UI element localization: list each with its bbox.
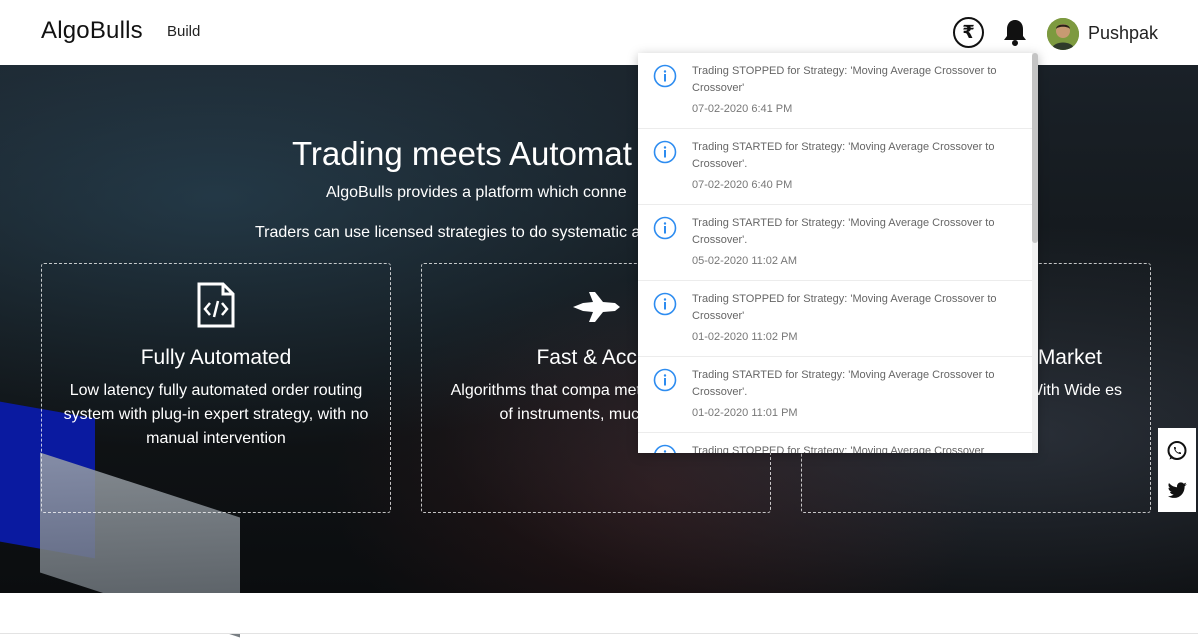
username-menu[interactable]: Pushpak	[1088, 23, 1158, 44]
notification-message: Trading STARTED for Strategy: 'Moving Av…	[692, 369, 995, 398]
social-share-bar	[1158, 428, 1196, 512]
nav-build-link[interactable]: Build	[167, 23, 200, 40]
info-icon	[653, 444, 677, 453]
hero-description: Traders can use licensed strategies to d…	[255, 224, 641, 241]
notification-item[interactable]: Trading STOPPED for Strategy: 'Moving Av…	[638, 281, 1032, 357]
page-footer-strip	[0, 593, 1198, 634]
info-icon	[653, 64, 677, 88]
notification-time: 05-02-2020 11:02 AM	[692, 255, 797, 267]
feature-card-automated: Fully Automated Low latency fully automa…	[41, 263, 391, 513]
notification-time: 07-02-2020 6:40 PM	[692, 179, 793, 191]
notification-time: 01-02-2020 11:01 PM	[692, 407, 798, 419]
card-title: Fully Automated	[140, 346, 292, 369]
notification-message: Trading STARTED for Strategy: 'Moving Av…	[692, 217, 995, 246]
avatar[interactable]	[1047, 18, 1079, 50]
twitter-icon[interactable]	[1166, 479, 1188, 501]
whatsapp-icon[interactable]	[1166, 440, 1188, 462]
notification-item[interactable]: Trading STARTED for Strategy: 'Moving Av…	[638, 357, 1032, 433]
rupee-icon[interactable]: ₹	[953, 17, 984, 48]
notification-dropdown[interactable]: Trading STOPPED for Strategy: 'Moving Av…	[638, 53, 1038, 453]
scrollbar-thumb[interactable]	[1032, 53, 1038, 243]
notification-item[interactable]: Trading STARTED for Strategy: 'Moving Av…	[638, 129, 1032, 205]
notification-time: 01-02-2020 11:02 PM	[692, 331, 798, 343]
info-icon	[653, 292, 677, 316]
hero-subtitle: AlgoBulls provides a platform which conn…	[326, 184, 627, 201]
hero-title: Trading meets Automat	[292, 135, 632, 172]
code-file-icon	[42, 282, 390, 332]
info-icon	[653, 140, 677, 164]
bell-icon[interactable]	[1001, 17, 1029, 47]
notification-scrollbar[interactable]	[1032, 53, 1038, 453]
notification-message: Trading STOPPED for Strategy: 'Moving Av…	[692, 293, 997, 322]
card-description: Low latency fully automated order routin…	[63, 382, 369, 447]
notification-time: 07-02-2020 6:41 PM	[692, 103, 793, 115]
notification-message: Trading STOPPED for Strategy: 'Moving Av…	[692, 445, 985, 453]
card-title: Market	[1037, 346, 1102, 369]
logo[interactable]: AlgoBulls	[41, 17, 143, 45]
notification-message: Trading STOPPED for Strategy: 'Moving Av…	[692, 65, 997, 94]
info-icon	[653, 368, 677, 392]
notification-item[interactable]: Trading STOPPED for Strategy: 'Moving Av…	[638, 53, 1032, 129]
notification-item[interactable]: Trading STARTED for Strategy: 'Moving Av…	[638, 205, 1032, 281]
notification-message: Trading STARTED for Strategy: 'Moving Av…	[692, 141, 995, 170]
notification-item[interactable]: Trading STOPPED for Strategy: 'Moving Av…	[638, 433, 1032, 453]
info-icon	[653, 216, 677, 240]
